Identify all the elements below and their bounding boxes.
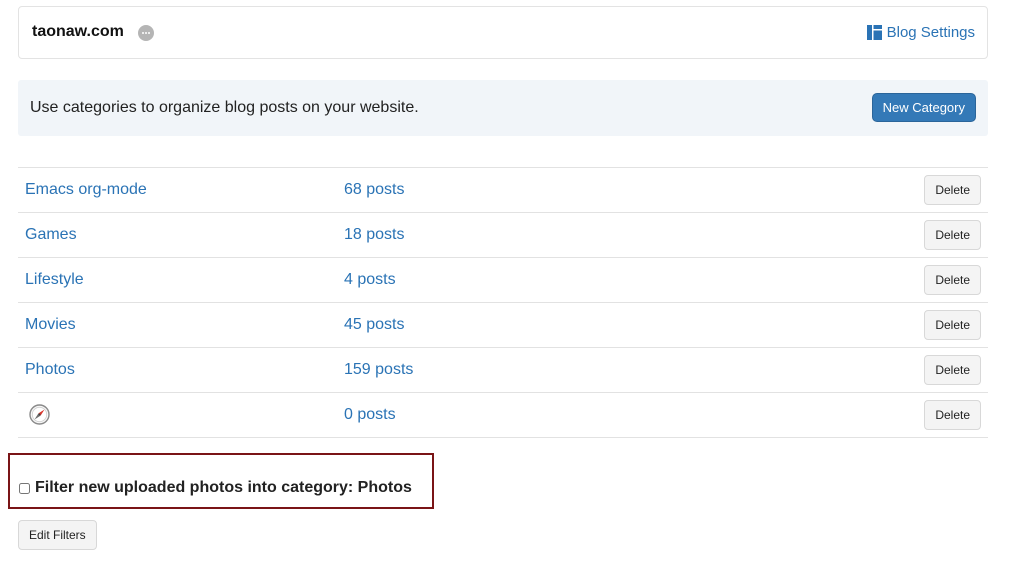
category-row: Games 18 posts Delete [18, 213, 988, 258]
banner-text: Use categories to organize blog posts on… [30, 99, 419, 116]
new-category-button[interactable]: New Category [871, 93, 976, 122]
blog-settings-label: Blog Settings [886, 24, 975, 41]
category-row: Emacs org-mode 68 posts Delete [18, 168, 988, 213]
edit-filters-button[interactable]: Edit Filters [18, 520, 97, 550]
category-post-count-link[interactable]: 4 posts [344, 271, 396, 289]
category-row: Lifestyle 4 posts Delete [18, 258, 988, 303]
layout-icon [866, 25, 882, 40]
category-name-link[interactable]: Movies [25, 316, 76, 334]
delete-category-button[interactable]: Delete [924, 265, 981, 295]
category-post-count-link[interactable]: 0 posts [344, 406, 396, 424]
category-name-link[interactable]: Photos [25, 361, 75, 379]
blog-settings-link[interactable]: Blog Settings [866, 24, 975, 41]
category-row: Movies 45 posts Delete [18, 303, 988, 348]
category-row: 0 posts Delete [18, 393, 988, 438]
delete-category-button[interactable]: Delete [924, 400, 981, 430]
site-name: taonaw.com [32, 23, 124, 40]
photo-filter-highlight: Filter new uploaded photos into category… [8, 453, 434, 509]
delete-category-button[interactable]: Delete [924, 175, 981, 205]
category-name-link[interactable]: Emacs org-mode [25, 181, 147, 199]
category-post-count-link[interactable]: 18 posts [344, 226, 404, 244]
category-list: Emacs org-mode 68 posts Delete Games 18 … [18, 167, 988, 438]
ellipsis-circle-icon[interactable] [138, 25, 154, 41]
category-row: Photos 159 posts Delete [18, 348, 988, 393]
category-name-link[interactable]: Lifestyle [25, 271, 84, 289]
compass-icon[interactable] [29, 404, 50, 425]
category-post-count-link[interactable]: 159 posts [344, 361, 413, 379]
delete-category-button[interactable]: Delete [924, 310, 981, 340]
delete-category-button[interactable]: Delete [924, 220, 981, 250]
delete-category-button[interactable]: Delete [924, 355, 981, 385]
category-post-count-link[interactable]: 45 posts [344, 316, 404, 334]
photo-filter-label[interactable]: Filter new uploaded photos into category… [35, 479, 412, 497]
blog-header: taonaw.com Blog Settings [18, 6, 988, 59]
category-info-banner: Use categories to organize blog posts on… [18, 80, 988, 136]
category-name-link[interactable]: Games [25, 226, 77, 244]
category-post-count-link[interactable]: 68 posts [344, 181, 404, 199]
photo-filter-checkbox[interactable] [19, 483, 30, 494]
